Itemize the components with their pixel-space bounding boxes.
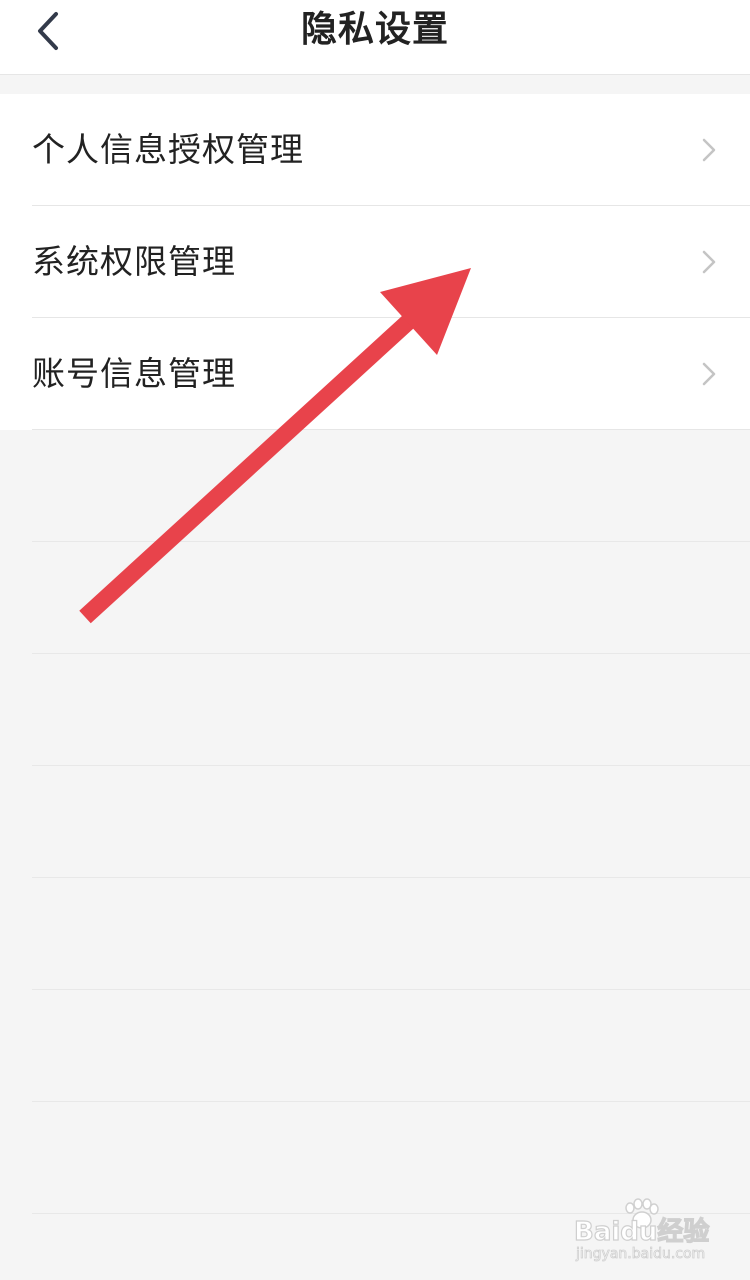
divider xyxy=(32,1101,750,1102)
menu-item-label: 账号信息管理 xyxy=(32,354,236,393)
menu-item-label: 系统权限管理 xyxy=(32,242,236,281)
menu-item-system-permissions[interactable]: 系统权限管理 xyxy=(0,206,750,318)
chevron-right-icon xyxy=(702,250,716,278)
divider xyxy=(32,429,750,430)
divider xyxy=(32,653,750,654)
watermark-brand: Baidu经验 xyxy=(574,1216,709,1247)
menu-item-personal-info-authorization[interactable]: 个人信息授权管理 xyxy=(0,94,750,206)
watermark-url: jingyan.baidu.com xyxy=(575,1246,705,1262)
divider xyxy=(32,765,750,766)
chevron-right-icon xyxy=(702,362,716,390)
privacy-settings-list: 个人信息授权管理 系统权限管理 账号信息管理 xyxy=(0,94,750,430)
divider xyxy=(32,877,750,878)
page-title: 隐私设置 xyxy=(300,9,449,50)
baidu-jingyan-watermark: Baidu经验 jingyan.baidu.com xyxy=(572,1196,732,1266)
divider xyxy=(32,989,750,990)
chevron-right-icon xyxy=(702,138,716,166)
top-app-bar: 隐私设置 xyxy=(0,0,750,75)
menu-item-label: 个人信息授权管理 xyxy=(32,130,304,169)
divider xyxy=(32,541,750,542)
menu-item-account-info[interactable]: 账号信息管理 xyxy=(0,318,750,430)
